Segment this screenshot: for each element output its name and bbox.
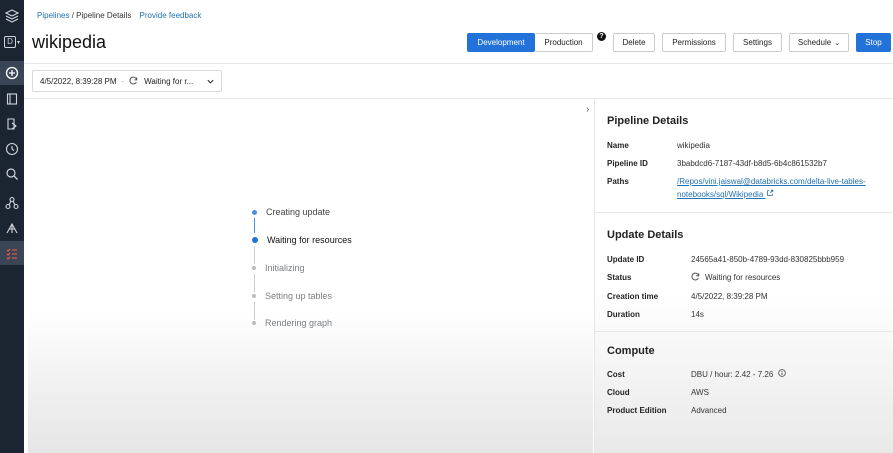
- creation-time-label: Creation time: [607, 292, 659, 301]
- path-link[interactable]: /Repos/vini.jaiswal@databricks.com/delta…: [677, 175, 867, 201]
- page-title: wikipedia: [32, 32, 107, 52]
- breadcrumb-pipelines-link[interactable]: Pipelines: [37, 11, 69, 20]
- paths-label: Paths: [607, 177, 629, 186]
- data-icon[interactable]: [0, 191, 24, 215]
- status-label: Status: [607, 273, 632, 282]
- progress-step: Waiting for resources: [252, 235, 352, 245]
- update-details-title: Update Details: [607, 229, 684, 241]
- production-mode-button[interactable]: Production: [535, 33, 593, 52]
- breadcrumb-current: Pipeline Details: [76, 11, 132, 20]
- jobs-list-icon[interactable]: [0, 241, 24, 265]
- creation-time-value: 4/5/2022, 8:39:28 PM: [691, 292, 768, 301]
- pipeline-graph-area: [28, 99, 593, 453]
- stop-button[interactable]: Stop: [856, 33, 891, 52]
- chevron-down-icon: [206, 77, 215, 88]
- create-icon[interactable]: [0, 61, 24, 85]
- product-edition-value: Advanced: [691, 406, 727, 415]
- step-marker: [252, 294, 256, 298]
- duration-value: 14s: [691, 310, 704, 319]
- step-marker: [252, 209, 257, 215]
- search-icon[interactable]: [0, 162, 24, 186]
- status-text: Waiting for resources: [705, 273, 781, 282]
- step-label: Setting up tables: [265, 291, 333, 301]
- info-icon[interactable]: [778, 369, 787, 379]
- product-edition-label: Product Edition: [607, 406, 667, 415]
- step-marker: [252, 321, 256, 325]
- name-value: wikipedia: [677, 141, 710, 150]
- workspace-badge: D: [3, 36, 16, 48]
- cost-label: Cost: [607, 370, 625, 379]
- progress-step: Rendering graph: [252, 318, 332, 328]
- step-label: Creating update: [266, 207, 331, 217]
- schedule-label: Schedule: [797, 38, 832, 47]
- repos-icon[interactable]: [0, 112, 24, 136]
- status-value: Waiting for resources: [691, 272, 780, 283]
- section-divider: [594, 331, 893, 332]
- compute-icon[interactable]: [0, 216, 24, 240]
- breadcrumb: Pipelines / Pipeline Details Provide fee…: [37, 11, 201, 20]
- cost-value: DBU / hour: 2.42 - 7.26: [691, 369, 787, 379]
- chevron-down-icon: ⌄: [834, 39, 841, 47]
- step-marker: [252, 237, 258, 243]
- external-link-icon: [766, 188, 774, 201]
- pipeline-id-label: Pipeline ID: [607, 159, 648, 168]
- databricks-logo-icon[interactable]: [0, 4, 24, 28]
- step-label: Waiting for resources: [267, 235, 352, 245]
- cost-text: DBU / hour: 2.42 - 7.26: [691, 369, 774, 379]
- provide-feedback-link[interactable]: Provide feedback: [140, 11, 202, 20]
- update-id-value: 24565a41-850b-4789-93dd-830825bbb959: [691, 255, 845, 264]
- header-divider: [24, 63, 893, 64]
- schedule-button[interactable]: Schedule ⌄: [789, 33, 849, 52]
- update-id-label: Update ID: [607, 255, 645, 264]
- progress-step: Initializing: [252, 263, 305, 273]
- pipeline-details-title: Pipeline Details: [607, 115, 689, 127]
- refresh-spinner-icon: [129, 76, 138, 87]
- workspace-icon[interactable]: [0, 87, 24, 111]
- section-divider: [594, 212, 893, 213]
- cloud-value: AWS: [691, 388, 709, 397]
- development-mode-button[interactable]: Development: [467, 33, 535, 52]
- compute-title: Compute: [607, 345, 655, 357]
- duration-label: Duration: [607, 310, 640, 319]
- step-label: Initializing: [265, 263, 305, 273]
- workspace-switcher[interactable]: D ▾: [0, 30, 24, 54]
- step-connector: [254, 274, 255, 292]
- cloud-label: Cloud: [607, 388, 630, 397]
- left-navigation: D ▾: [0, 0, 24, 453]
- name-label: Name: [607, 141, 629, 150]
- caret-down-icon: ▾: [16, 39, 20, 46]
- update-selector[interactable]: 4/5/2022, 8:39:28 PM · Waiting for r...: [32, 70, 222, 92]
- progress-step: Creating update: [252, 207, 330, 217]
- step-connector: [254, 246, 255, 264]
- help-icon[interactable]: ?: [597, 32, 606, 41]
- delete-button[interactable]: Delete: [613, 33, 655, 52]
- permissions-button[interactable]: Permissions: [662, 33, 726, 52]
- breadcrumb-separator: /: [71, 11, 74, 20]
- step-connector: [254, 218, 255, 233]
- recents-clock-icon[interactable]: [0, 137, 24, 161]
- progress-step: Setting up tables: [252, 291, 332, 301]
- pipeline-id-value: 3babdcd6-7187-43df-b8d5-6b4c861532b7: [677, 159, 827, 168]
- step-label: Rendering graph: [265, 318, 333, 328]
- step-marker: [252, 266, 256, 270]
- settings-button[interactable]: Settings: [733, 33, 782, 52]
- update-timestamp: 4/5/2022, 8:39:28 PM: [40, 76, 117, 86]
- update-separator: ·: [121, 76, 125, 86]
- update-status-text: Waiting for r...: [144, 76, 194, 86]
- collapse-panel-chevron-icon[interactable]: ›: [586, 104, 589, 115]
- panel-divider: [594, 99, 595, 453]
- refresh-spinner-icon: [691, 272, 700, 283]
